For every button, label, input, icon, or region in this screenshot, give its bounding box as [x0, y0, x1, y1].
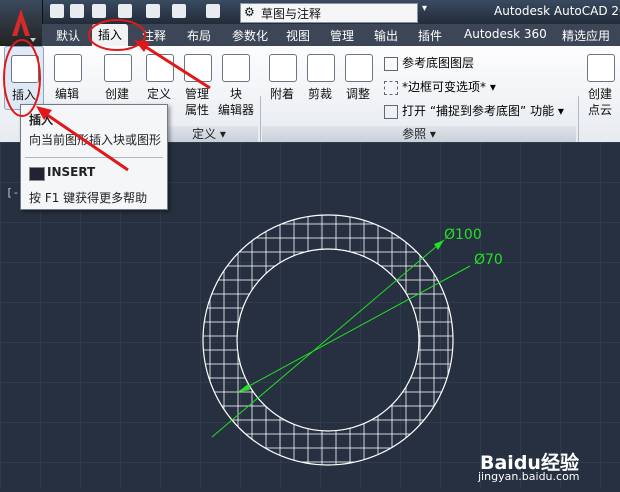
watermark-url: jingyan.baidu.com	[478, 470, 580, 483]
annotation-circle-tab	[88, 19, 146, 51]
annotation-arrow-tab	[137, 40, 211, 90]
annotation-circle-button	[3, 39, 41, 117]
annotation-overlay	[3, 19, 211, 172]
annotation-arrow-button	[39, 108, 129, 172]
